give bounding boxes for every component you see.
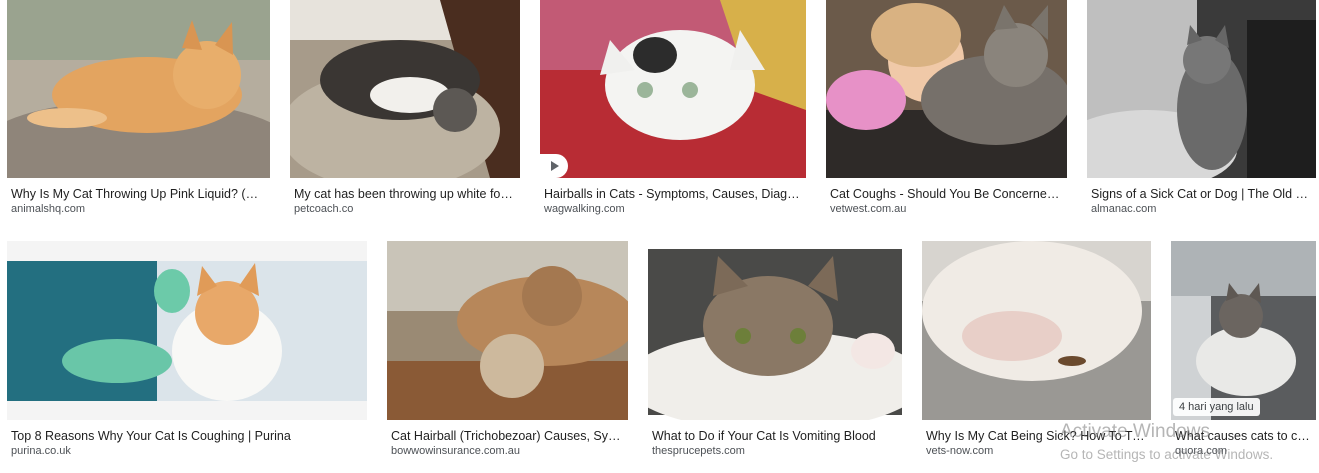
result-tile-6[interactable]: Top 8 Reasons Why Your Cat Is Coughing |… xyxy=(7,241,367,458)
result-tile-1[interactable]: Why Is My Cat Throwing Up Pink Liquid? (… xyxy=(7,0,270,216)
result-source: bowwowinsurance.com.au xyxy=(391,445,521,457)
result-source: vetwest.com.au xyxy=(830,203,907,215)
gray-cat-sitting-image xyxy=(1087,0,1316,178)
result-source: petcoach.co xyxy=(294,203,354,215)
result-thumbnail[interactable] xyxy=(1087,0,1316,178)
result-source: vets-now.com xyxy=(926,445,994,457)
result-source: thesprucepets.com xyxy=(652,445,745,457)
orange-cat-lying-image xyxy=(7,0,270,178)
white-cat-in-blanket-image xyxy=(540,0,806,178)
result-tile-9[interactable]: Why Is My Cat Being Sick? How To Tre… ve… xyxy=(922,241,1151,458)
result-source: animalshq.com xyxy=(11,203,85,215)
result-title[interactable]: Cat Coughs - Should You Be Concerned?… xyxy=(826,186,1067,202)
cat-sniffing-food-image xyxy=(922,241,1151,420)
time-badge: 4 hari yang lalu xyxy=(1173,398,1260,416)
result-thumbnail[interactable] xyxy=(7,0,270,178)
video-play-icon xyxy=(540,154,568,178)
result-tile-10[interactable]: 4 hari yang lalu What causes cats to co…… xyxy=(1171,241,1316,458)
result-tile-3[interactable]: Hairballs in Cats - Symptoms, Causes, Di… xyxy=(540,0,806,216)
tabby-cat-sleeping-image xyxy=(290,0,520,178)
result-source: wagwalking.com xyxy=(544,203,625,215)
result-tile-2[interactable]: My cat has been throwing up white foa… p… xyxy=(290,0,520,216)
result-source: quora.com xyxy=(1175,445,1227,457)
result-tile-8[interactable]: What to Do if Your Cat Is Vomiting Blood… xyxy=(648,241,902,458)
cat-in-chair-image xyxy=(1171,241,1316,420)
result-thumbnail[interactable] xyxy=(7,241,367,420)
result-tile-4[interactable]: Cat Coughs - Should You Be Concerned?… v… xyxy=(826,0,1067,216)
result-thumbnail[interactable] xyxy=(540,0,806,178)
result-title[interactable]: What causes cats to co… xyxy=(1171,428,1316,444)
result-source: purina.co.uk xyxy=(11,445,71,457)
result-tile-7[interactable]: Cat Hairball (Trichobezoar) Causes, Sym…… xyxy=(387,241,628,458)
result-thumbnail[interactable] xyxy=(826,0,1067,178)
result-title[interactable]: My cat has been throwing up white foa… xyxy=(290,186,520,202)
result-title[interactable]: Why Is My Cat Being Sick? How To Tre… xyxy=(922,428,1151,444)
result-title[interactable]: Top 8 Reasons Why Your Cat Is Coughing |… xyxy=(7,428,367,444)
tabby-cat-on-fur-rug-image xyxy=(648,241,902,420)
result-source: almanac.com xyxy=(1091,203,1157,215)
result-thumbnail[interactable]: 4 hari yang lalu xyxy=(1171,241,1316,420)
result-title[interactable]: Why Is My Cat Throwing Up Pink Liquid? (… xyxy=(7,186,270,202)
result-tile-5[interactable]: Signs of a Sick Cat or Dog | The Old Fa…… xyxy=(1087,0,1316,216)
vet-examining-cat-image xyxy=(7,241,367,420)
result-thumbnail[interactable] xyxy=(290,0,520,178)
result-title[interactable]: What to Do if Your Cat Is Vomiting Blood xyxy=(648,428,902,444)
result-thumbnail[interactable] xyxy=(387,241,628,420)
result-title[interactable]: Hairballs in Cats - Symptoms, Causes, Di… xyxy=(540,186,806,202)
result-title[interactable]: Cat Hairball (Trichobezoar) Causes, Sym… xyxy=(387,428,628,444)
result-thumbnail[interactable] xyxy=(648,241,902,420)
result-thumbnail[interactable] xyxy=(922,241,1151,420)
girl-hugging-cat-image xyxy=(826,0,1067,178)
cat-with-hairball-image xyxy=(387,241,628,420)
result-title[interactable]: Signs of a Sick Cat or Dog | The Old Fa… xyxy=(1087,186,1316,202)
